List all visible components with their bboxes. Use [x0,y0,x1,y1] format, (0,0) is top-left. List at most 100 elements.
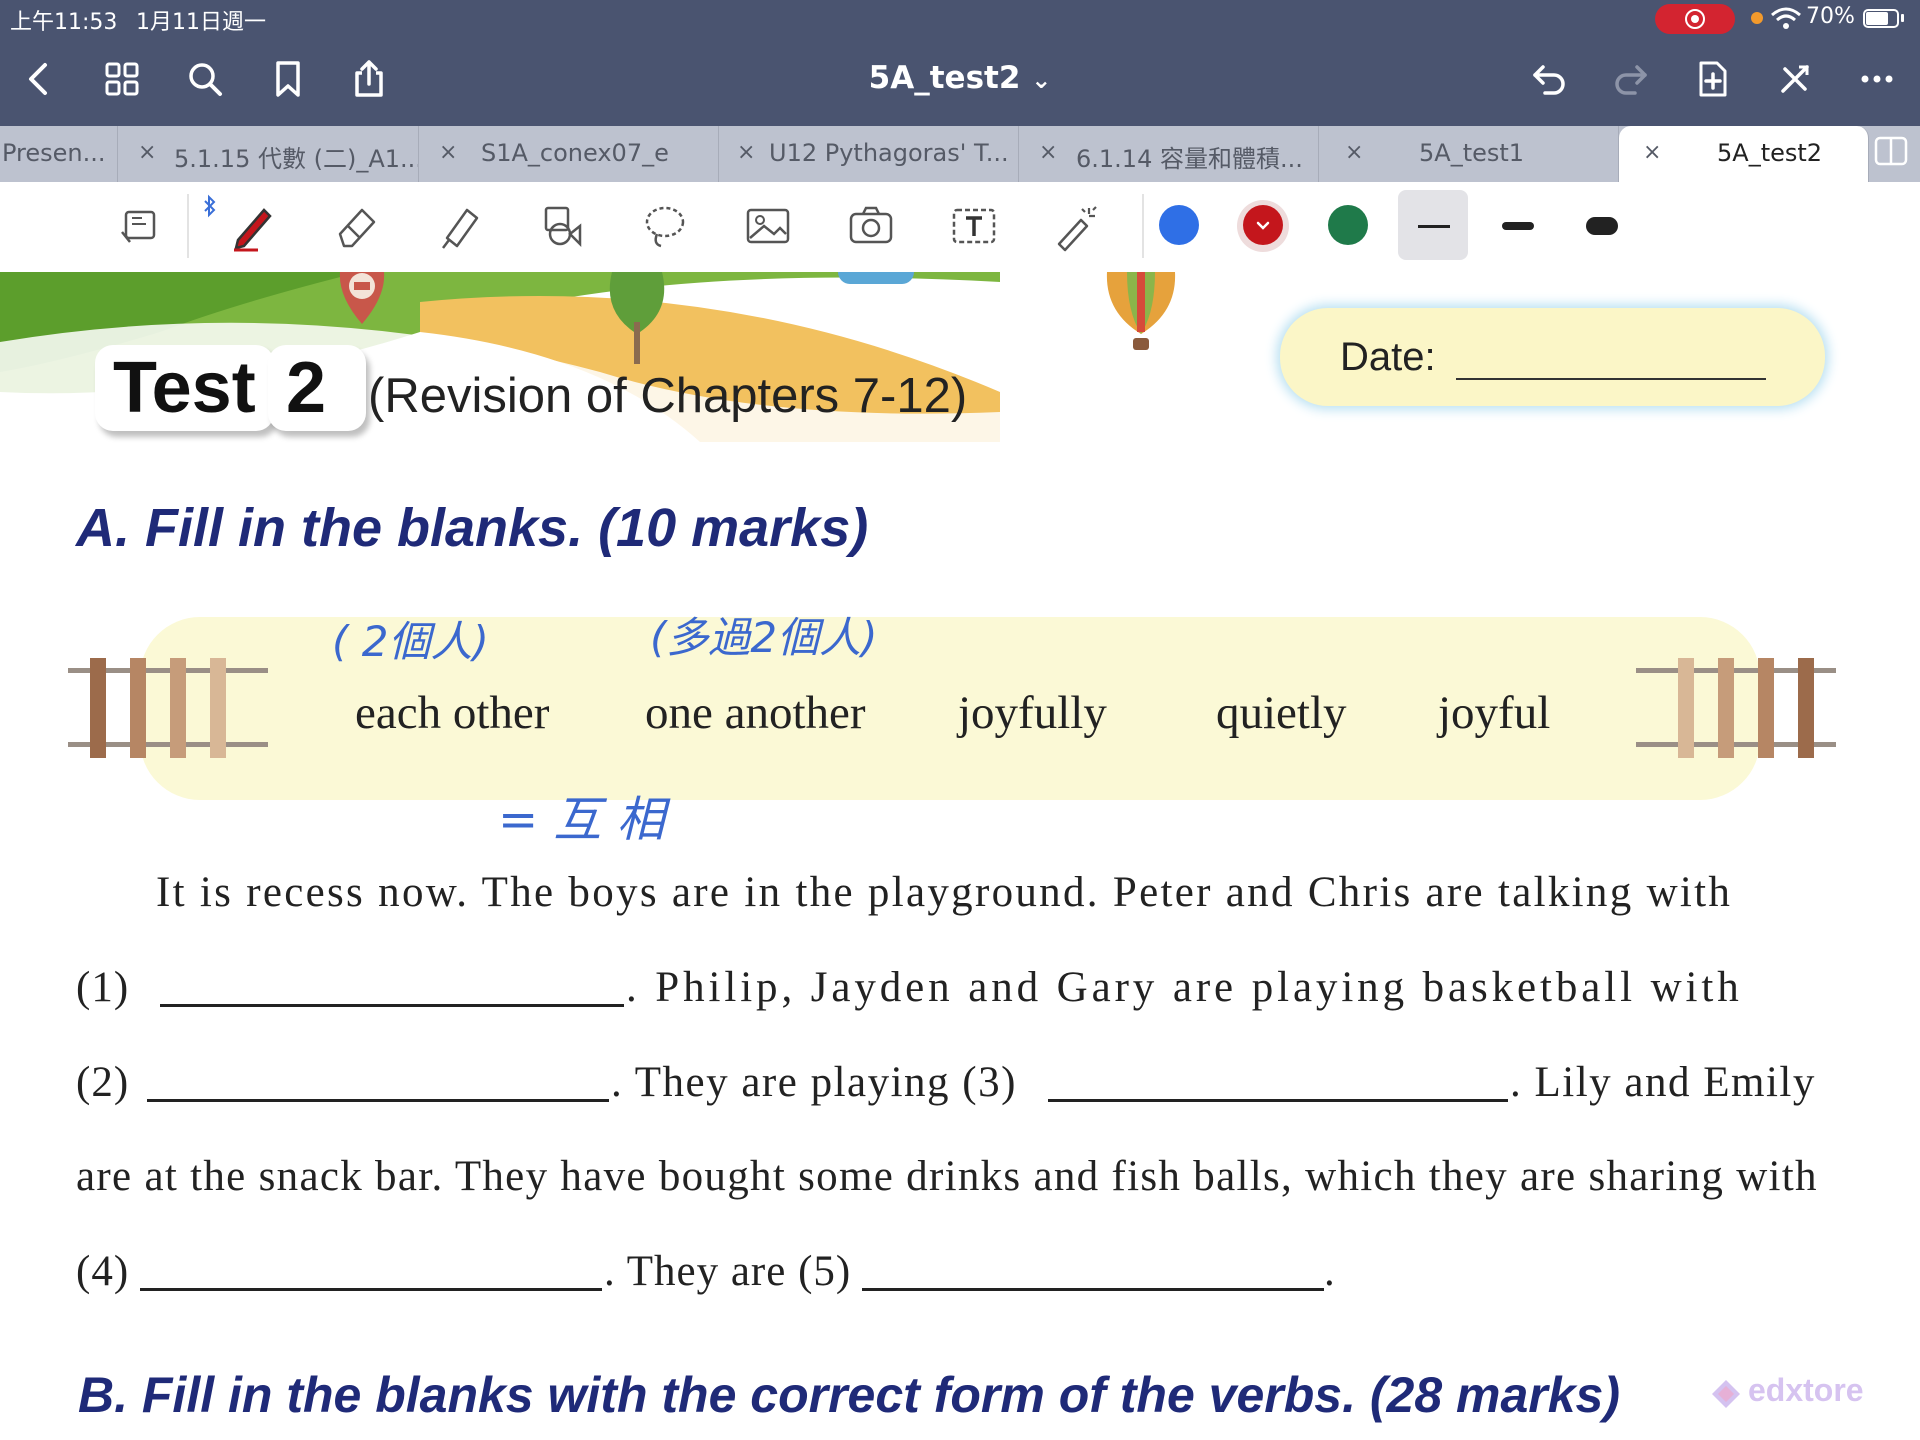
answer-blank-2[interactable] [147,1099,609,1102]
tab-7-active[interactable]: × 5A_test2 [1619,126,1869,182]
tab-label: S1A_conex07_e [481,139,669,167]
status-time: 上午11:53 [10,10,118,35]
screen-recording-icon[interactable] [1655,4,1735,34]
text-box-tool-icon[interactable] [938,190,1010,262]
tab-3[interactable]: × S1A_conex07_e [419,126,719,182]
battery-percent: 70% [1806,4,1855,29]
microphone-indicator-icon [1751,12,1763,24]
stroke-width-thick-icon[interactable] [1586,217,1618,235]
color-swatch-blue[interactable] [1159,205,1199,245]
word-bank-item: quietly [1216,687,1347,739]
share-icon[interactable] [344,54,394,104]
battery-level [1866,12,1888,25]
more-options-icon[interactable] [1852,54,1902,104]
read-only-mode-icon[interactable] [104,190,176,262]
tab-label: 5A_test1 [1419,139,1525,167]
laser-pointer-tool-icon[interactable] [1041,190,1113,262]
answer-blank-4[interactable] [140,1288,602,1291]
tab-6[interactable]: × 5A_test1 [1319,126,1619,182]
rail-track-left-icon [68,654,268,764]
word-bank-item: each other [355,687,550,739]
tab-label: Presen... [2,139,106,167]
camera-tool-icon[interactable] [835,190,907,262]
tab-1[interactable]: Presen... [0,126,118,182]
pen-tool-icon[interactable] [216,190,288,262]
tab-4[interactable]: × U12 Pythagoras' T... [719,126,1019,182]
passage-end: . [1324,1248,1336,1295]
answer-blank-1[interactable] [160,1004,624,1007]
close-tab-icon[interactable]: × [1643,140,1661,165]
handwritten-note: (多過2個人) [650,613,878,662]
answer-blank-3[interactable] [1048,1099,1508,1102]
word-bank-item: joyfully [958,687,1107,739]
shapes-tool-icon[interactable] [526,190,598,262]
close-tab-icon[interactable]: × [1345,140,1363,165]
test-number: 2 [268,345,366,431]
tab-label: U12 Pythagoras' T... [769,139,1009,167]
section-a-heading: A. Fill in the blanks. (10 marks) [76,498,869,558]
grid-view-icon[interactable] [97,54,147,104]
chevron-down-icon: ⌄ [1031,66,1052,94]
handwritten-note: ( 2個人) [332,617,489,666]
map-pin-icon [334,272,390,326]
chevron-down-icon [1256,221,1270,230]
test-label: Test [95,345,274,431]
wifi-icon [1770,7,1802,31]
back-icon[interactable] [14,54,64,104]
tab-label: 6.1.14 容量和體積... [1076,145,1303,173]
hot-air-balloon-illustration [1105,272,1177,354]
watermark-logo-icon [1708,1376,1744,1412]
document-title: 5A_test2 [868,60,1021,96]
search-icon[interactable] [180,54,230,104]
worksheet-page[interactable] [0,272,1920,1440]
passage-line-1: It is recess now. The boys are in the pl… [156,869,1733,916]
worksheet-subtitle: (Revision of Chapters 7-12) [368,369,968,423]
tree-illustration [606,272,668,364]
stroke-width-medium-icon[interactable] [1502,222,1534,230]
blank-number: (4) [76,1248,130,1295]
redo-icon[interactable] [1606,54,1656,104]
word-bank-item: joyful [1438,687,1551,739]
toolbar-divider [187,194,189,258]
status-date: 1月11日週一 [136,10,266,35]
tab-label: 5.1.15 代數 (二)_A1... [174,145,419,173]
section-b-heading: B. Fill in the blanks with the correct f… [78,1367,1621,1423]
bookmark-icon[interactable] [263,54,313,104]
blank-number: (1) [76,964,130,1011]
word-bank-item: one another [645,687,866,739]
battery-cap [1901,14,1904,22]
lasso-tool-icon[interactable] [629,190,701,262]
close-tab-icon[interactable]: × [138,140,156,165]
eraser-tool-icon[interactable] [320,190,392,262]
passage-line-3b: . Lily and Emily [1510,1059,1816,1106]
tab-label: 5A_test2 [1717,139,1823,167]
decorative-strip [838,272,914,284]
stroke-width-thin-icon [1418,225,1450,228]
tab-5[interactable]: × 6.1.14 容量和體積... [1019,126,1319,182]
image-tool-icon[interactable] [732,190,804,262]
toolbar-divider [1142,194,1144,258]
add-page-icon[interactable] [1688,54,1738,104]
date-label: Date: [1340,335,1436,379]
passage-line-3a: . They are playing (3) [611,1059,1017,1106]
close-tools-icon[interactable] [1770,54,1820,104]
tab-2[interactable]: × 5.1.15 代數 (二)_A1... [118,126,419,182]
passage-line-5: . They are (5) [604,1248,852,1295]
split-view-icon[interactable] [1874,136,1908,166]
undo-icon[interactable] [1524,54,1574,104]
watermark: edxtore [1748,1372,1864,1408]
blank-number: (2) [76,1059,130,1106]
answer-blank-5[interactable] [862,1288,1324,1291]
close-tab-icon[interactable]: × [439,140,457,165]
highlighter-tool-icon[interactable] [423,190,495,262]
document-title-menu[interactable]: 5A_test2 ⌄ [840,56,1080,100]
color-swatch-green[interactable] [1328,205,1368,245]
close-tab-icon[interactable]: × [737,140,755,165]
passage-line-4: are at the snack bar. They have bought s… [76,1153,1818,1200]
rail-track-right-icon [1636,654,1836,764]
close-tab-icon[interactable]: × [1039,140,1057,165]
color-swatch-red[interactable] [1243,205,1283,245]
date-answer-line[interactable] [1456,378,1766,380]
passage-line-2: . Philip, Jayden and Gary are playing ba… [626,964,1743,1011]
handwritten-note: = 互 相 [498,792,665,848]
